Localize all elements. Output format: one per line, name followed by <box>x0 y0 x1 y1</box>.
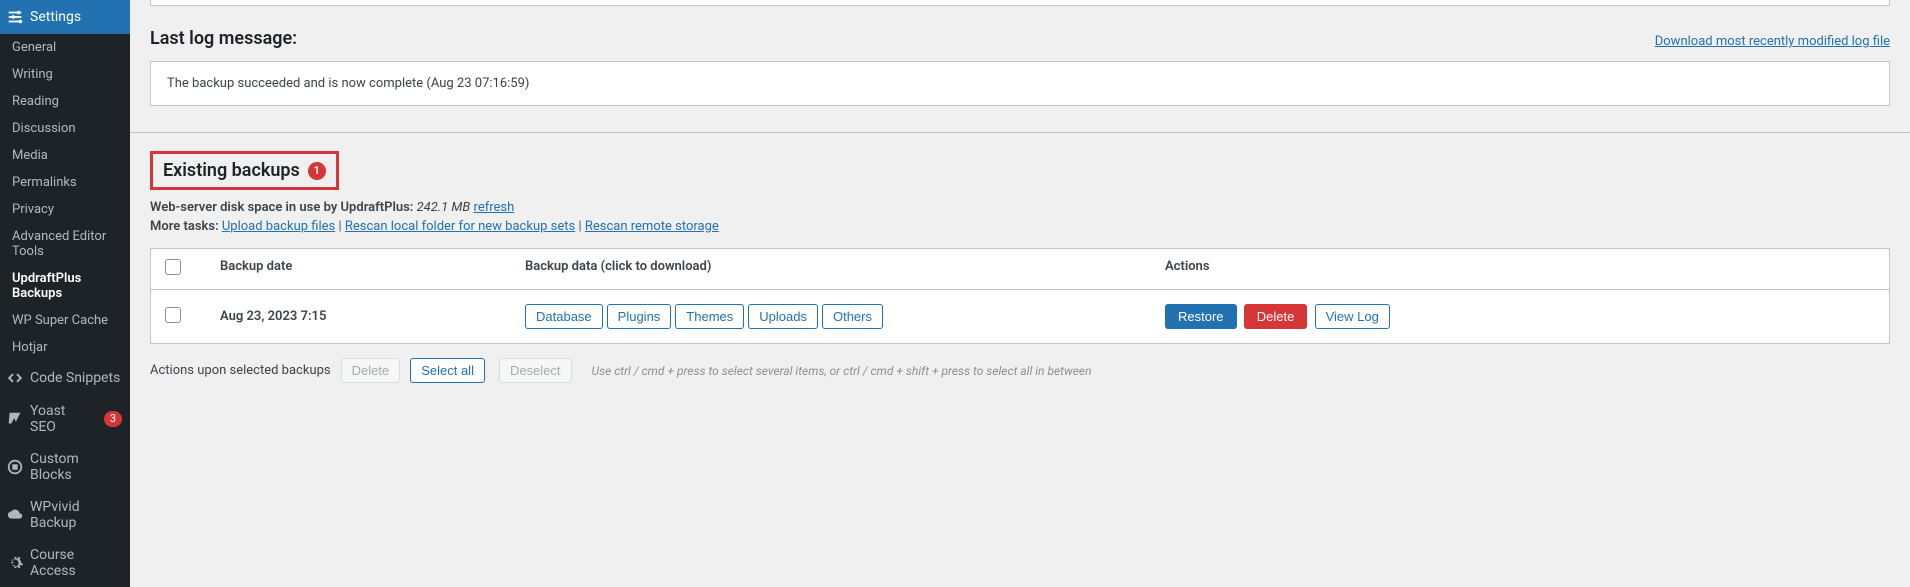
sidebar-item-settings[interactable]: Settings <box>0 0 130 34</box>
download-themes-button[interactable]: Themes <box>675 304 744 329</box>
sidebar-label: Custom Blocks <box>30 451 122 483</box>
bulk-actions-bar: Actions upon selected backups Delete Sel… <box>150 358 1890 383</box>
sidebar-item-privacy[interactable]: Privacy <box>0 196 130 223</box>
sidebar-label: Settings <box>30 9 81 25</box>
sidebar-item-yoast-seo[interactable]: Yoast SEO 3 <box>0 395 130 443</box>
select-all-checkbox[interactable] <box>165 259 181 275</box>
sidebar-label: Code Snippets <box>30 370 120 386</box>
admin-sidebar: Settings GeneralWritingReadingDiscussion… <box>0 0 130 587</box>
table-row: Aug 23, 2023 7:15 DatabasePluginsThemesU… <box>151 290 1889 343</box>
delete-button[interactable]: Delete <box>1244 304 1308 329</box>
select-all-button[interactable]: Select all <box>410 358 485 383</box>
bulk-delete-button[interactable]: Delete <box>341 358 401 383</box>
bulk-actions-label: Actions upon selected backups <box>150 363 331 378</box>
sidebar-label: Course Access <box>30 547 122 579</box>
col-header-actions: Actions <box>1165 259 1875 279</box>
sidebar-item-permalinks[interactable]: Permalinks <box>0 169 130 196</box>
sidebar-item-general[interactable]: General <box>0 34 130 61</box>
sidebar-item-custom-blocks[interactable]: Custom Blocks <box>0 443 130 491</box>
rescan-local-link[interactable]: Rescan local folder for new backup sets <box>345 219 575 234</box>
sidebar-item-media[interactable]: Media <box>0 142 130 169</box>
sidebar-item-wpvivid-backup[interactable]: WPvivid Backup <box>0 491 130 539</box>
gear-icon <box>6 554 24 572</box>
panel-top-edge <box>150 0 1890 6</box>
sidebar-label: Yoast SEO <box>30 403 94 435</box>
sidebar-item-reading[interactable]: Reading <box>0 88 130 115</box>
col-header-data: Backup data (click to download) <box>525 259 1165 279</box>
sidebar-item-course-access[interactable]: Course Access <box>0 539 130 587</box>
block-icon <box>6 458 24 476</box>
row-checkbox[interactable] <box>165 307 181 323</box>
table-header: Backup date Backup data (click to downlo… <box>151 249 1889 290</box>
last-log-heading: Last log message: <box>150 28 297 49</box>
col-header-date: Backup date <box>220 259 525 279</box>
download-others-button[interactable]: Others <box>822 304 883 329</box>
code-icon <box>6 369 24 387</box>
backups-table: Backup date Backup data (click to downlo… <box>150 248 1890 344</box>
disk-space-value: 242.1 MB <box>417 200 471 215</box>
sidebar-label: WPvivid Backup <box>30 499 122 531</box>
more-tasks-line: More tasks: Upload backup files | Rescan… <box>150 219 1890 234</box>
sliders-icon <box>6 8 24 26</box>
download-uploads-button[interactable]: Uploads <box>748 304 818 329</box>
main-content: Last log message: Download most recently… <box>130 0 1910 587</box>
disk-space-line: Web-server disk space in use by UpdraftP… <box>150 200 1890 215</box>
download-plugins-button[interactable]: Plugins <box>607 304 672 329</box>
upload-backup-files-link[interactable]: Upload backup files <box>222 219 335 234</box>
backup-count-badge: 1 <box>308 162 326 180</box>
sidebar-item-code-snippets[interactable]: Code Snippets <box>0 361 130 395</box>
sidebar-item-writing[interactable]: Writing <box>0 61 130 88</box>
existing-backups-heading: Existing backups <box>163 160 300 181</box>
download-database-button[interactable]: Database <box>525 304 603 329</box>
existing-backups-highlight: Existing backups 1 <box>150 151 339 190</box>
disk-space-label: Web-server disk space in use by UpdraftP… <box>150 200 413 215</box>
download-log-link[interactable]: Download most recently modified log file <box>1655 34 1890 49</box>
notification-badge: 3 <box>104 411 122 427</box>
refresh-link[interactable]: refresh <box>474 200 515 215</box>
section-divider <box>130 132 1910 133</box>
rescan-remote-link[interactable]: Rescan remote storage <box>585 219 719 234</box>
sidebar-item-updraftplus-backups[interactable]: UpdraftPlus Backups <box>0 265 130 307</box>
backup-date: Aug 23, 2023 7:15 <box>220 309 525 324</box>
deselect-button[interactable]: Deselect <box>499 358 572 383</box>
more-tasks-label: More tasks: <box>150 219 219 234</box>
cloud-icon <box>6 506 24 524</box>
yoast-icon <box>6 410 24 428</box>
sidebar-item-advanced-editor-tools[interactable]: Advanced Editor Tools <box>0 223 130 265</box>
view-log-button[interactable]: View Log <box>1315 304 1390 329</box>
sidebar-item-wp-super-cache[interactable]: WP Super Cache <box>0 307 130 334</box>
log-message-box: The backup succeeded and is now complete… <box>150 61 1890 106</box>
restore-button[interactable]: Restore <box>1165 304 1237 329</box>
selection-hint: Use ctrl / cmd + press to select several… <box>592 364 1092 378</box>
sidebar-item-hotjar[interactable]: Hotjar <box>0 334 130 361</box>
sidebar-item-discussion[interactable]: Discussion <box>0 115 130 142</box>
